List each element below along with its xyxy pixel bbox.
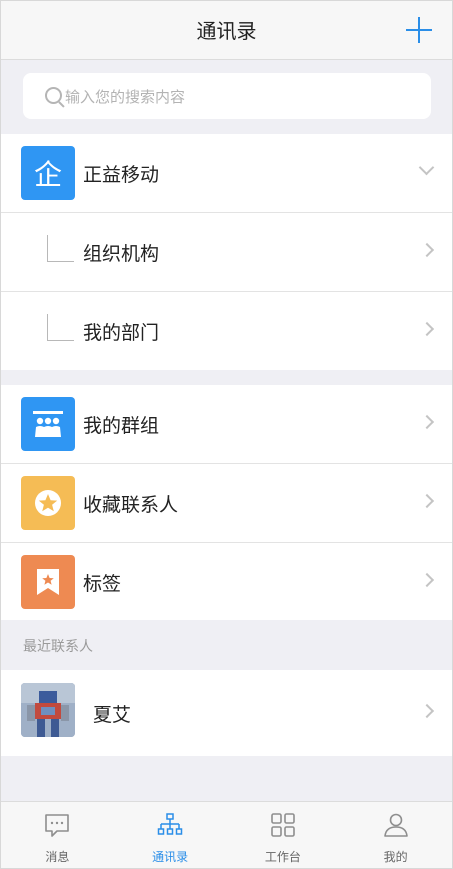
- app-frame: 通讯录 输入您的搜索内容 企 正益移动 组织机构 我的部门 我的群组 收藏联系人…: [0, 0, 453, 869]
- org-chart-icon: [157, 813, 183, 835]
- contact-row[interactable]: 夏艾: [1, 670, 452, 756]
- chevron-right-icon: [419, 703, 435, 719]
- chevron-right-icon: [419, 414, 435, 430]
- chevron-right-icon: [419, 321, 435, 337]
- search-input[interactable]: 输入您的搜索内容: [23, 73, 431, 119]
- nav-header: 通讯录: [1, 1, 452, 60]
- contact-name: 夏艾: [93, 704, 132, 726]
- page-title: 通讯录: [196, 19, 257, 43]
- chevron-right-icon: [419, 493, 435, 509]
- tab-label: 我的: [383, 850, 408, 864]
- tree-line-icon: [47, 314, 74, 341]
- org-child-label: 我的部门: [83, 322, 160, 344]
- avatar: [21, 683, 75, 737]
- org-child-structure[interactable]: 组织机构: [1, 213, 452, 292]
- tree-line-icon: [47, 235, 74, 262]
- org-section: 企 正益移动 组织机构 我的部门: [1, 134, 452, 370]
- list-item-my-groups[interactable]: 我的群组: [1, 385, 452, 464]
- list-item-favorites[interactable]: 收藏联系人: [1, 464, 452, 543]
- tab-me[interactable]: 我的: [339, 802, 452, 868]
- tab-label: 消息: [45, 850, 70, 864]
- star-icon: [21, 476, 75, 530]
- list-item-tags[interactable]: 标签: [1, 543, 452, 621]
- add-icon[interactable]: [406, 17, 432, 43]
- chevron-right-icon: [419, 572, 435, 588]
- org-name: 正益移动: [83, 164, 160, 186]
- tag-icon: [21, 555, 75, 609]
- user-icon: [383, 813, 408, 837]
- chevron-right-icon: [419, 242, 435, 258]
- list-item-label: 我的群组: [83, 415, 160, 437]
- recent-contacts-header: 最近联系人: [1, 620, 452, 670]
- tab-label: 通讯录: [152, 850, 189, 864]
- enterprise-icon: 企: [21, 146, 75, 200]
- tab-workbench[interactable]: 工作台: [227, 802, 340, 868]
- enterprise-icon-glyph: 企: [33, 158, 62, 191]
- grid-icon: [271, 813, 295, 837]
- tab-bar: 消息 通讯录 工作台 我的: [1, 801, 452, 868]
- tab-label: 工作台: [264, 850, 301, 864]
- group-icon: [21, 397, 75, 451]
- tab-contacts[interactable]: 通讯录: [114, 802, 227, 868]
- org-child-department[interactable]: 我的部门: [1, 292, 452, 370]
- groups-section: 我的群组 收藏联系人 标签: [1, 385, 452, 621]
- tab-messages[interactable]: 消息: [1, 802, 114, 868]
- org-child-label: 组织机构: [83, 243, 160, 265]
- message-icon: [45, 814, 70, 837]
- chevron-down-icon[interactable]: [418, 159, 435, 176]
- org-row[interactable]: 企 正益移动: [1, 134, 452, 213]
- search-placeholder: 输入您的搜索内容: [65, 88, 186, 106]
- recent-contacts-section: 夏艾: [1, 670, 452, 756]
- search-area: 输入您的搜索内容: [1, 60, 452, 134]
- list-item-label: 收藏联系人: [83, 494, 179, 516]
- section-title: 最近联系人: [23, 639, 93, 655]
- search-icon: [45, 87, 62, 104]
- list-item-label: 标签: [83, 573, 122, 595]
